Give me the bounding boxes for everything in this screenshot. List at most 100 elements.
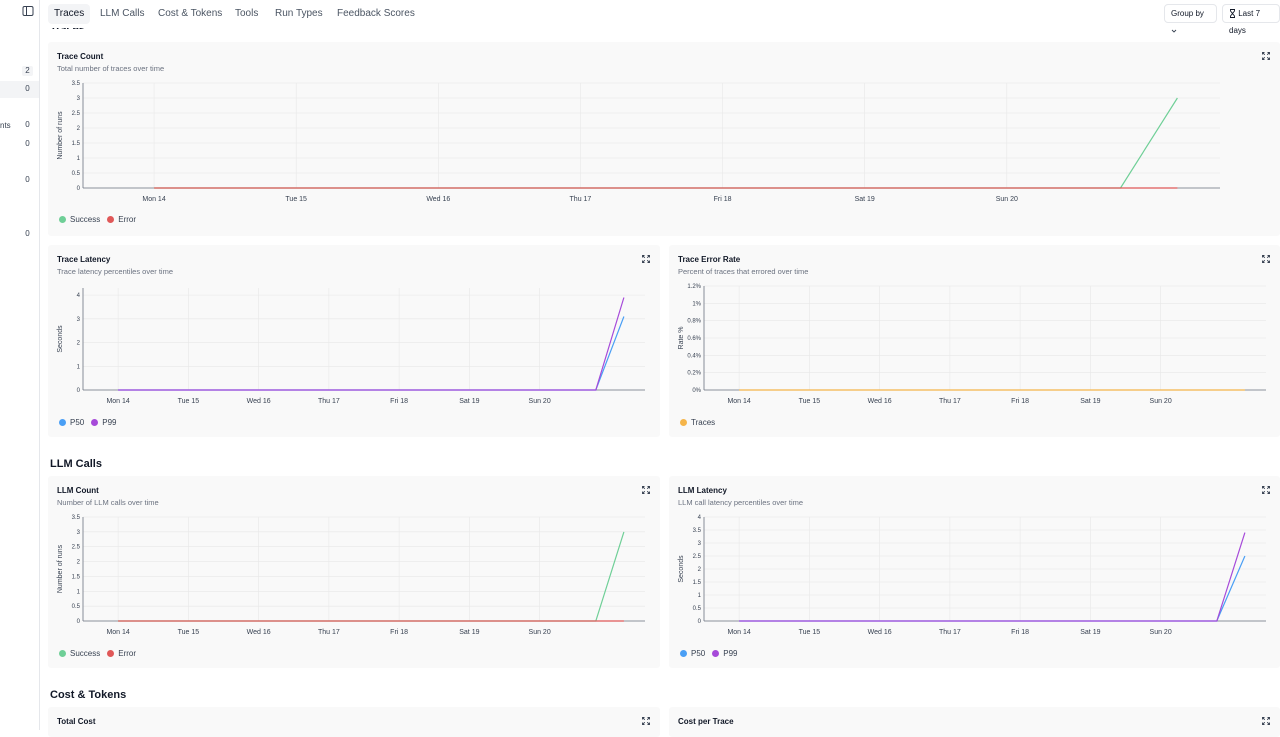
y-axis-label: Number of runs: [57, 544, 64, 593]
y-axis-label: Seconds: [678, 555, 685, 583]
legend-label: P50: [70, 418, 85, 427]
x-tick-label: Tue 15: [178, 398, 200, 405]
chevron-down-icon: [1171, 29, 1177, 33]
chart-card-trace-latency: Trace Latency Trace latency percentiles …: [48, 245, 660, 437]
y-tick-label: 0.8%: [687, 319, 701, 325]
trace-error-rate-chart: 0% 0.2% 0.4% 0.6% 0.8% 1% 1.2% Mon 14 Tue 15 Wed …: [678, 284, 1266, 405]
y-tick-label: 3.5: [72, 81, 81, 87]
chart-card-total-cost: Total Cost: [48, 707, 660, 737]
chart-legend: P50 P99: [59, 418, 118, 427]
y-tick-label: 0: [77, 186, 81, 192]
legend-item[interactable]: Success: [59, 215, 100, 224]
x-tick-label: Mon 14: [727, 398, 750, 405]
y-tick-label: 2.5: [693, 554, 702, 560]
llm-count-chart: 0 0.5 1 1.5 2 2.5 3 3.5 Mon 14 Tue 15 Wed 16 Thu 17…: [57, 515, 645, 636]
y-tick-label: 4: [77, 293, 81, 299]
legend-dot-icon: [680, 419, 687, 426]
chart-card-trace-error-rate: Trace Error Rate Percent of traces that …: [669, 245, 1280, 437]
chart-legend: Success Error: [59, 649, 138, 658]
legend-dot-icon: [59, 216, 66, 223]
sidebar-selected-item[interactable]: [0, 81, 39, 98]
y-tick-label: 0.5: [693, 606, 702, 612]
x-tick-label: Sun 20: [529, 398, 551, 405]
legend-dot-icon: [107, 650, 115, 657]
y-tick-label: 0%: [692, 388, 701, 394]
x-tick-label: Mon 14: [106, 398, 129, 405]
x-tick-label: Tue 15: [178, 629, 200, 636]
tab-traces[interactable]: Traces: [48, 4, 91, 24]
legend-item[interactable]: Success: [59, 649, 100, 658]
legend-item[interactable]: P50: [59, 418, 84, 427]
x-tick-label: Tue 15: [799, 629, 821, 636]
legend-label: P50: [691, 649, 706, 658]
sidebar: 2 0 nts 0 0 0 0: [0, 0, 40, 730]
chart-card-llm-latency: LLM Latency LLM call latency percentiles…: [669, 476, 1280, 668]
y-tick-label: 0: [698, 619, 702, 625]
tab-tools[interactable]: Tools: [229, 4, 264, 24]
y-tick-label: 1: [698, 593, 702, 599]
x-tick-label: Wed 16: [247, 629, 271, 636]
x-tick-label: Mon 14: [106, 629, 129, 636]
tab-feedback-scores[interactable]: Feedback Scores: [331, 4, 421, 24]
chart-title: Cost per Trace: [678, 717, 734, 726]
sidebar-item-label[interactable]: nts: [0, 121, 11, 130]
legend-item[interactable]: Error: [107, 649, 136, 658]
y-tick-label: 0.5: [72, 604, 81, 610]
x-tick-label: Sat 19: [1080, 629, 1100, 636]
expand-icon[interactable]: [642, 717, 650, 725]
legend-label: Success: [70, 215, 101, 224]
date-range-button[interactable]: Last 7 days: [1222, 4, 1280, 35]
section-title-cost-tokens: Cost & Tokens: [50, 689, 127, 701]
sidebar-count: 0: [25, 175, 30, 184]
sidebar-toggle-icon[interactable]: [22, 5, 34, 17]
x-tick-label: Thu 17: [939, 398, 961, 405]
legend-dot-icon: [59, 650, 66, 657]
x-tick-label: Thu 17: [318, 398, 340, 405]
legend-dot-icon: [59, 419, 66, 426]
legend-item[interactable]: P50: [680, 649, 705, 658]
x-tick-label: Thu 17: [570, 196, 592, 203]
y-tick-label: 2.5: [72, 545, 81, 551]
chart-card-cost-per-trace: Cost per Trace: [669, 707, 1280, 737]
x-tick-label: Wed 16: [247, 398, 271, 405]
y-tick-label: 0.4%: [687, 353, 701, 359]
x-tick-label: Sat 19: [459, 398, 479, 405]
legend-dot-icon: [680, 650, 687, 657]
x-tick-label: Fri 18: [390, 398, 408, 405]
y-tick-label: 1%: [692, 301, 701, 307]
x-tick-label: Wed 16: [426, 196, 450, 203]
y-tick-label: 0: [77, 619, 81, 625]
legend-item[interactable]: Traces: [680, 418, 715, 427]
x-tick-label: Sun 20: [1150, 629, 1172, 636]
tab-llm-calls[interactable]: LLM Calls: [94, 4, 150, 24]
chart-card-trace-count: Trace Count Total number of traces over …: [48, 42, 1280, 236]
section-title-llm-calls: LLM Calls: [50, 458, 102, 470]
sidebar-count: 0: [25, 120, 30, 129]
chart-legend: P50 P99: [680, 649, 739, 658]
x-tick-label: Wed 16: [868, 629, 892, 636]
x-tick-label: Thu 17: [318, 629, 340, 636]
legend-item[interactable]: Error: [107, 215, 136, 224]
topbar: Traces LLM Calls Cost & Tokens Tools Run…: [40, 0, 1280, 35]
chart-legend: Traces: [680, 418, 717, 427]
group-by-button[interactable]: Group by: [1164, 4, 1217, 33]
y-axis-label: Seconds: [57, 325, 64, 353]
x-tick-label: Sun 20: [529, 629, 551, 636]
legend-dot-icon: [91, 419, 99, 426]
y-tick-label: 0.5: [72, 171, 81, 177]
y-tick-label: 3.5: [693, 528, 702, 534]
y-tick-label: 2: [77, 560, 81, 566]
y-tick-label: 2: [77, 341, 81, 347]
y-tick-label: 1.5: [693, 580, 702, 586]
expand-icon[interactable]: [1262, 717, 1270, 725]
y-tick-label: 0.2%: [687, 371, 701, 377]
x-tick-label: Sun 20: [1150, 398, 1172, 405]
y-axis-label: Number of runs: [57, 111, 64, 160]
legend-item[interactable]: P99: [91, 418, 116, 427]
series-line: [118, 316, 625, 391]
tab-run-types[interactable]: Run Types: [269, 4, 329, 24]
sidebar-count: 0: [25, 139, 30, 148]
tab-cost-tokens[interactable]: Cost & Tokens: [152, 4, 228, 24]
legend-dot-icon: [107, 216, 115, 223]
legend-item[interactable]: P99: [712, 649, 737, 658]
